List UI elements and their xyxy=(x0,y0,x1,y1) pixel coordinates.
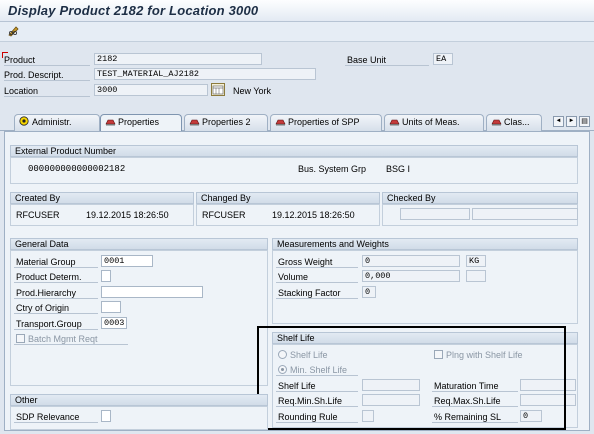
properties-icon xyxy=(275,116,286,126)
tab-administr[interactable]: Administr. xyxy=(14,114,100,131)
checked-date-field[interactable] xyxy=(472,208,578,220)
tab-scroll-left-icon[interactable]: ◄ xyxy=(553,116,564,127)
volume-label: Volume xyxy=(278,272,309,282)
product-determ-field[interactable] xyxy=(101,270,111,282)
tab-label: Properties 2 xyxy=(202,117,251,127)
created-user: RFCUSER xyxy=(16,210,60,220)
required-marker xyxy=(2,52,8,58)
label-line xyxy=(14,329,98,330)
batch-mgmt-checkbox[interactable]: Batch Mgmt Reqt xyxy=(16,334,98,344)
properties-icon xyxy=(491,116,502,126)
prod-descript-label: Prod. Descript. xyxy=(4,70,64,80)
gross-weight-label: Gross Weight xyxy=(278,257,333,267)
ctry-origin-field[interactable] xyxy=(101,301,121,313)
product-label-line xyxy=(4,65,90,66)
batch-mgmt-label: Batch Mgmt Reqt xyxy=(28,334,98,344)
bus-system-grp-value: BSG I xyxy=(386,164,411,174)
gross-weight-field[interactable]: 0 xyxy=(362,255,460,267)
desc-label-line xyxy=(4,80,90,81)
prod-hierarchy-field[interactable] xyxy=(101,286,203,298)
other-header: Other xyxy=(10,394,268,406)
location-search-icon[interactable] xyxy=(211,83,225,96)
product-field[interactable]: 2182 xyxy=(94,53,262,65)
transport-group-label: Transport.Group xyxy=(16,319,82,329)
tab-list-icon[interactable]: ▤ xyxy=(579,116,590,127)
location-name: New York xyxy=(233,86,272,96)
sdp-relevance-label: SDP Relevance xyxy=(16,412,80,422)
base-unit-field[interactable]: EA xyxy=(433,53,453,65)
checked-user-field[interactable] xyxy=(400,208,470,220)
location-label-line xyxy=(4,96,90,97)
label-line xyxy=(276,267,358,268)
volume-field[interactable]: 0,000 xyxy=(362,270,460,282)
admin-icon xyxy=(19,116,29,126)
general-data-group xyxy=(10,250,268,386)
window-title: Display Product 2182 for Location 3000 xyxy=(8,3,259,18)
properties-icon xyxy=(389,116,400,126)
external-product-value: 000000000000002182 xyxy=(28,164,126,174)
product-determ-label: Product Determ. xyxy=(16,272,82,282)
application-toolbar xyxy=(0,22,594,42)
changed-by-header: Changed By xyxy=(196,192,380,204)
display-change-icon[interactable] xyxy=(6,24,22,40)
tab-label: Properties of SPP xyxy=(288,117,360,127)
label-line xyxy=(14,282,98,283)
base-unit-label-line xyxy=(345,65,429,66)
measurements-header: Measurements and Weights xyxy=(272,238,578,250)
external-product-header: External Product Number xyxy=(10,145,578,157)
tab-label: Properties xyxy=(118,117,160,127)
general-data-header: General Data xyxy=(10,238,268,250)
tab-properties[interactable]: Properties xyxy=(100,114,182,132)
ctry-origin-label: Ctry of Origin xyxy=(16,303,70,313)
tab-properties-of-spp[interactable]: Properties of SPP xyxy=(270,114,382,131)
stacking-factor-field[interactable]: 0 xyxy=(362,286,376,298)
base-unit-label: Base Unit xyxy=(347,55,387,65)
label-line xyxy=(14,298,98,299)
material-group-label: Material Group xyxy=(16,257,76,267)
sdp-relevance-field[interactable] xyxy=(101,410,111,422)
label-line xyxy=(276,298,358,299)
bus-system-grp-label: Bus. System Grp xyxy=(298,164,367,174)
tab-clas[interactable]: Clas... xyxy=(486,114,542,131)
location-label: Location xyxy=(4,86,39,96)
tab-units-of-meas[interactable]: Units of Meas. xyxy=(384,114,484,131)
stacking-factor-label: Stacking Factor xyxy=(278,288,341,298)
changed-date: 19.12.2015 18:26:50 xyxy=(272,210,355,220)
gross-weight-unit-field[interactable]: KG xyxy=(466,255,486,267)
prod-descript-field[interactable]: TEST_MATERIAL_AJ2182 xyxy=(94,68,316,80)
tab-label: Clas... xyxy=(504,117,530,127)
transport-group-field[interactable]: 0003 xyxy=(101,317,127,329)
created-by-header: Created By xyxy=(10,192,194,204)
label-line xyxy=(14,267,98,268)
created-date: 19.12.2015 18:26:50 xyxy=(86,210,169,220)
changed-user: RFCUSER xyxy=(202,210,246,220)
material-group-field[interactable]: 0001 xyxy=(101,255,153,267)
tab-properties-2[interactable]: Properties 2 xyxy=(184,114,268,131)
label-line xyxy=(14,422,98,423)
checkbox-icon xyxy=(16,334,25,343)
tab-label: Administr. xyxy=(32,117,72,127)
product-label: Product xyxy=(4,55,36,65)
checked-by-header: Checked By xyxy=(382,192,578,204)
prod-hierarchy-label: Prod.Hierarchy xyxy=(16,288,77,298)
properties-icon xyxy=(189,116,200,126)
properties-icon xyxy=(105,116,116,126)
location-field[interactable]: 3000 xyxy=(94,84,208,96)
volume-unit-field[interactable] xyxy=(466,270,486,282)
shelf-life-highlight xyxy=(257,326,566,430)
label-line xyxy=(14,313,98,314)
tab-label: Units of Meas. xyxy=(402,117,460,127)
tab-scroll-right-icon[interactable]: ► xyxy=(566,116,577,127)
label-line xyxy=(276,282,358,283)
label-line xyxy=(14,344,128,345)
